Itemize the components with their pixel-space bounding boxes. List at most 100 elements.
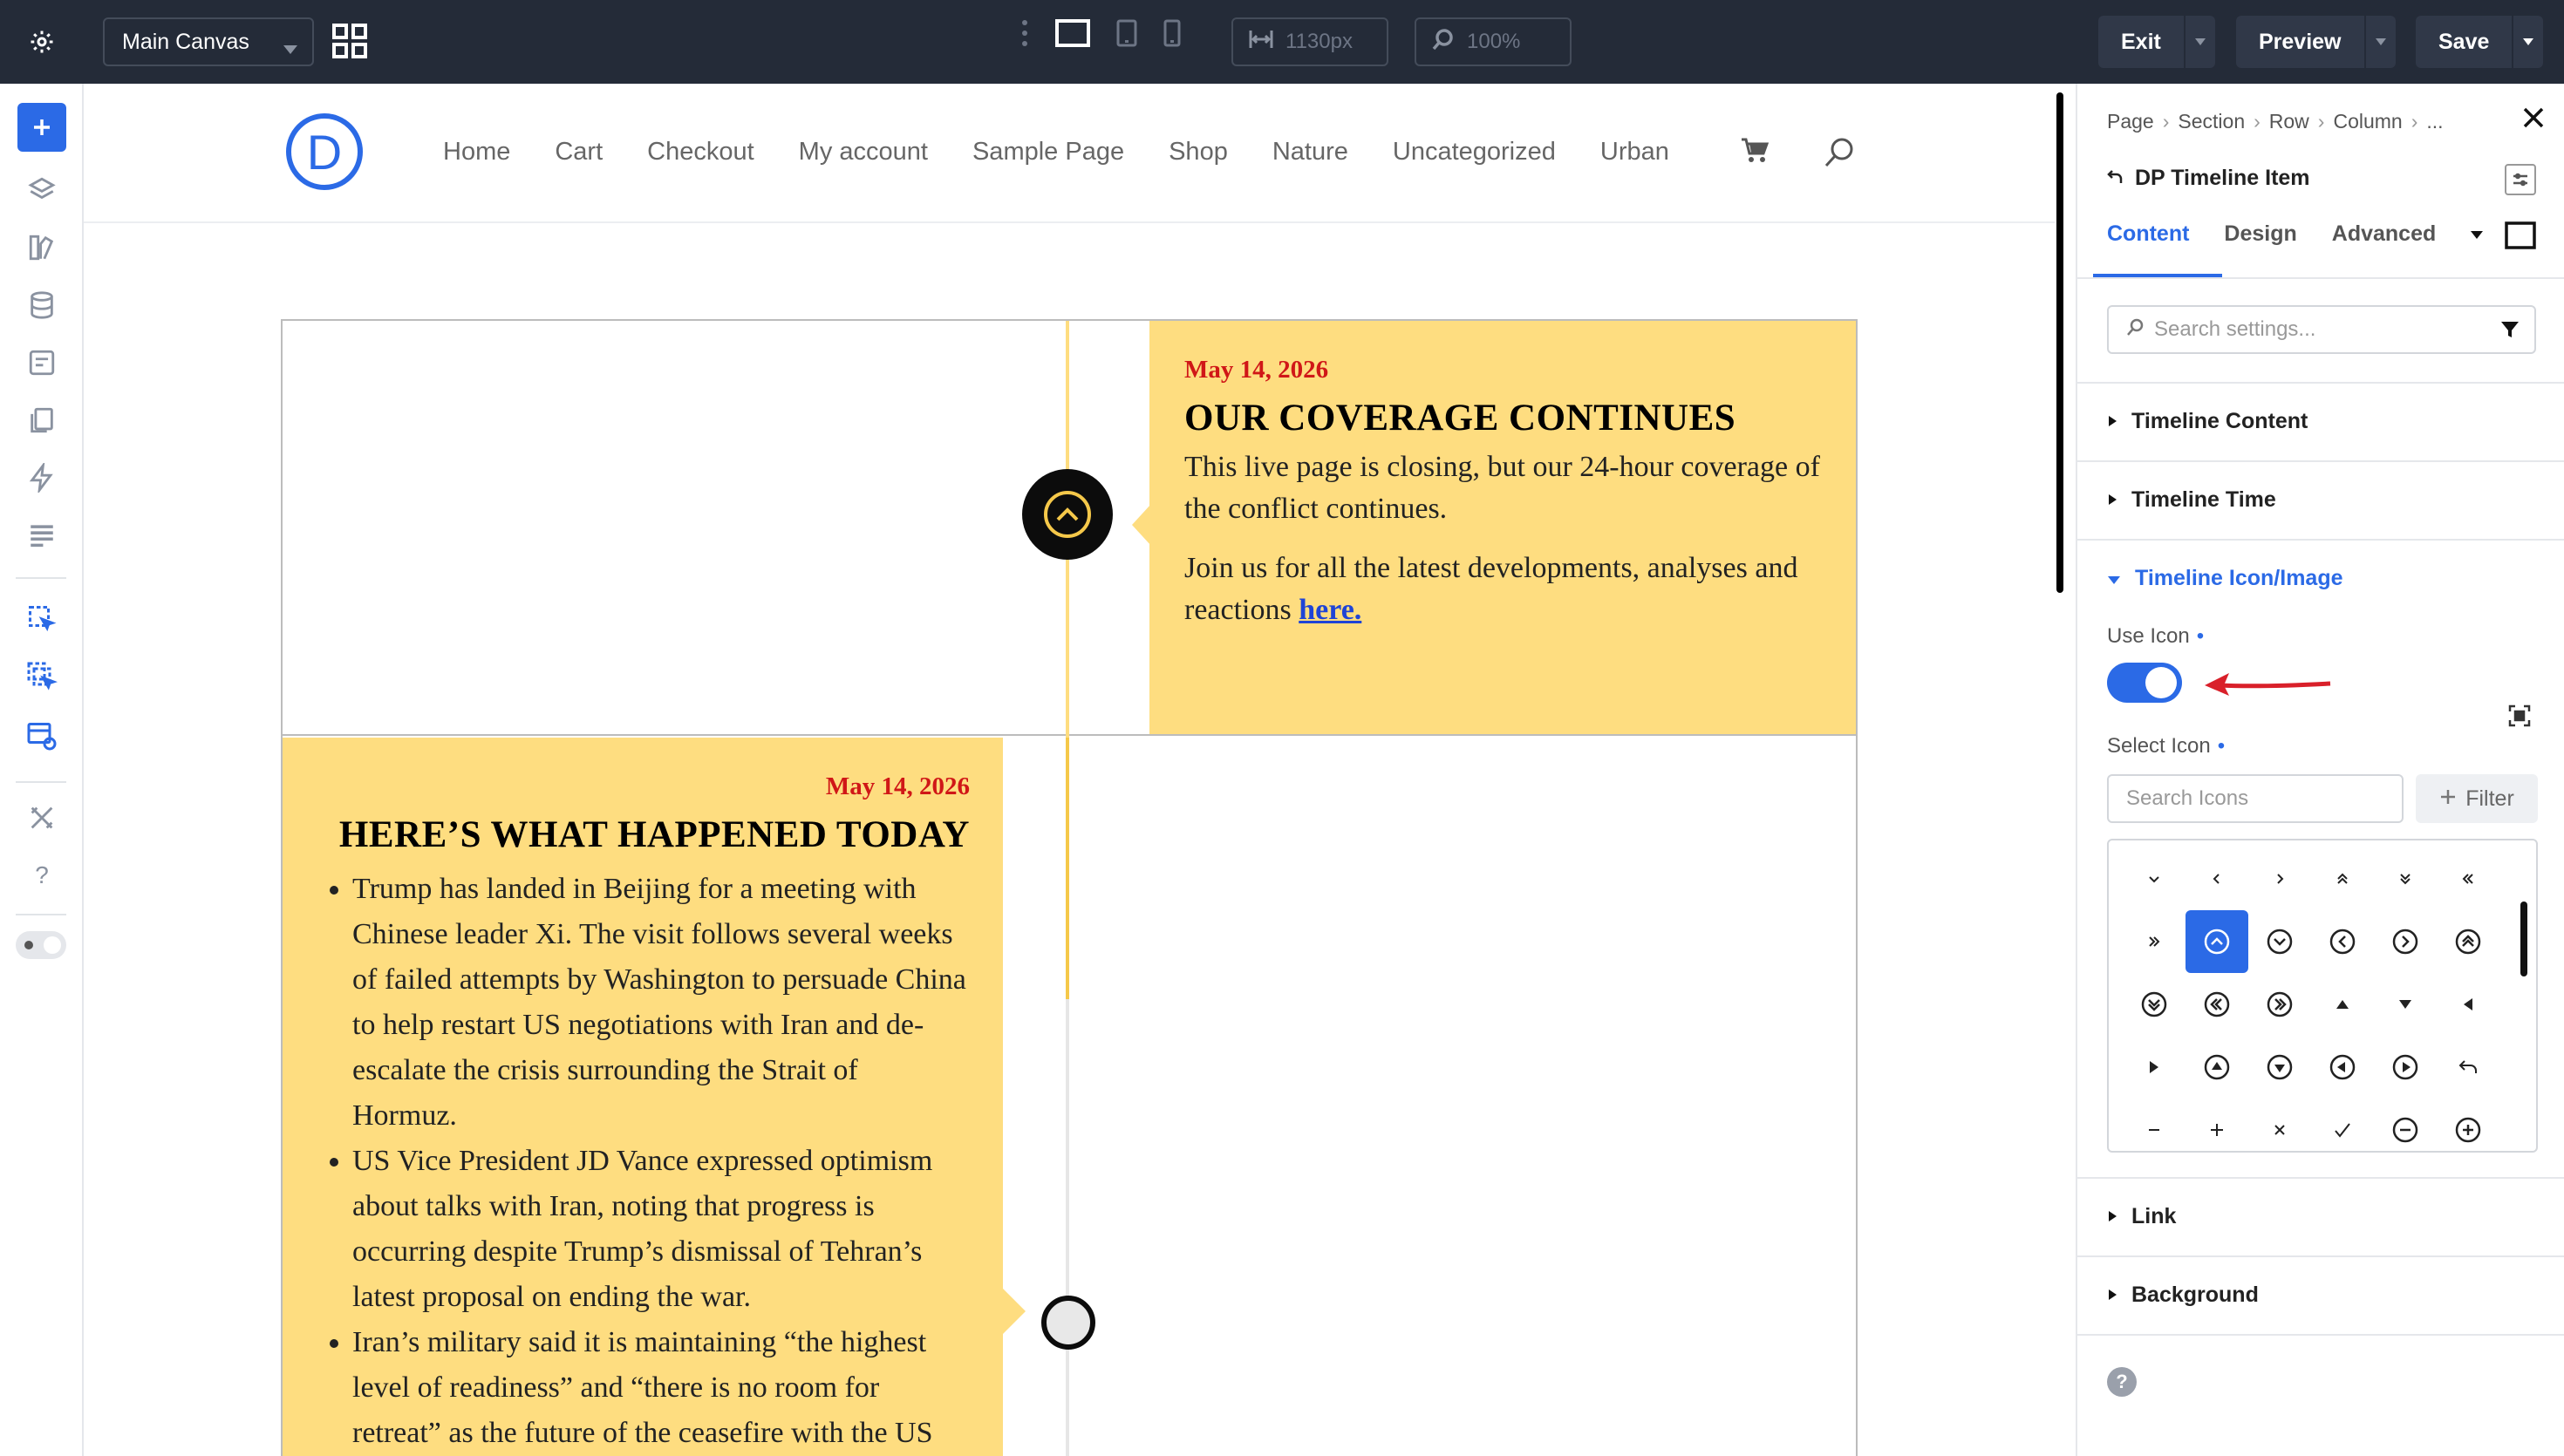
select-element-icon[interactable] xyxy=(24,602,59,636)
use-icon-toggle[interactable] xyxy=(2107,663,2182,703)
back-arrow-icon[interactable] xyxy=(2107,166,2123,191)
add-icon[interactable] xyxy=(17,103,66,152)
section-timeline-icon-image[interactable]: Timeline Icon/Image xyxy=(2077,539,2564,616)
filter-funnel-icon[interactable] xyxy=(2499,319,2520,344)
circle-triangle-left-icon[interactable] xyxy=(2311,1036,2374,1099)
help-icon[interactable]: ? xyxy=(24,858,59,893)
canvas-select[interactable]: Main Canvas xyxy=(103,17,314,66)
canvas-scrollbar[interactable] xyxy=(2056,92,2063,593)
circle-up-icon[interactable] xyxy=(2186,910,2248,973)
caret-down-icon[interactable] xyxy=(2470,228,2484,244)
here-link[interactable]: here. xyxy=(1299,594,1361,626)
nav-item-shop[interactable]: Shop xyxy=(1169,138,1228,167)
save-button[interactable]: Save xyxy=(2416,16,2544,68)
circle-double-left-icon[interactable] xyxy=(2186,973,2248,1036)
canvas-width-field[interactable]: 1130px xyxy=(1231,17,1388,66)
breadcrumb-item[interactable]: Section xyxy=(2178,110,2245,133)
section-timeline-content[interactable]: Timeline Content xyxy=(2077,382,2564,459)
circle-triangle-up-icon[interactable] xyxy=(2186,1036,2248,1099)
circle-double-up-icon[interactable] xyxy=(2437,910,2499,973)
tab-content[interactable]: Content xyxy=(2107,221,2189,247)
phone-view-icon[interactable] xyxy=(1163,19,1181,51)
angle-right-icon[interactable] xyxy=(2248,847,2311,910)
icon-search-input[interactable]: Search Icons xyxy=(2107,774,2404,823)
cart-icon[interactable] xyxy=(1741,138,1770,168)
save-dropdown-icon[interactable] xyxy=(2512,16,2543,68)
multi-select-icon[interactable] xyxy=(24,659,59,694)
site-logo[interactable]: D xyxy=(286,113,363,190)
nav-item-sample-page[interactable]: Sample Page xyxy=(972,138,1124,167)
icon-grid-scrollbar[interactable] xyxy=(2520,901,2527,976)
tab-design[interactable]: Design xyxy=(2224,221,2296,247)
section-link[interactable]: Link xyxy=(2077,1177,2564,1254)
pages-icon[interactable] xyxy=(24,403,59,438)
timeline-card[interactable]: May 14, 2026 HERE’S WHAT HAPPENED TODAY … xyxy=(283,738,1003,1456)
nav-item-home[interactable]: Home xyxy=(443,138,510,167)
section-background[interactable]: Background xyxy=(2077,1255,2564,1332)
exit-dropdown-icon[interactable] xyxy=(2183,16,2215,68)
form-icon[interactable] xyxy=(24,345,59,380)
nav-item-nature[interactable]: Nature xyxy=(1272,138,1348,167)
preview-button[interactable]: Preview xyxy=(2236,16,2396,68)
nav-item-urban[interactable]: Urban xyxy=(1600,138,1669,167)
circle-plus-icon[interactable] xyxy=(2437,1099,2499,1161)
grid-view-icon[interactable] xyxy=(331,23,370,65)
circle-double-down-icon[interactable] xyxy=(2123,973,2186,1036)
exit-button[interactable]: Exit xyxy=(2098,16,2215,68)
database-icon[interactable] xyxy=(24,288,59,323)
icon-filter-button[interactable]: Filter xyxy=(2416,774,2538,823)
responsive-view-icon[interactable] xyxy=(2505,221,2536,254)
angle-down-icon[interactable] xyxy=(2123,847,2186,910)
section-timeline-time[interactable]: Timeline Time xyxy=(2077,460,2564,537)
circle-double-right-icon[interactable] xyxy=(2248,973,2311,1036)
layers-icon[interactable] xyxy=(24,173,59,208)
check-icon[interactable] xyxy=(2311,1099,2374,1161)
breadcrumb-item[interactable]: Row xyxy=(2269,110,2309,133)
nav-item-my-account[interactable]: My account xyxy=(799,138,928,167)
circle-down-icon[interactable] xyxy=(2248,910,2311,973)
tablet-view-icon[interactable] xyxy=(1116,19,1137,51)
close-icon[interactable] xyxy=(2522,106,2545,133)
breadcrumb-item[interactable]: Column xyxy=(2333,110,2402,133)
timeline-dot-icon[interactable] xyxy=(1041,1296,1095,1350)
triangle-up-icon[interactable] xyxy=(2311,973,2374,1036)
template-settings-icon[interactable] xyxy=(24,718,59,753)
circle-left-icon[interactable] xyxy=(2311,910,2374,973)
gear-icon[interactable] xyxy=(19,19,65,65)
mode-toggle[interactable] xyxy=(16,931,66,959)
breadcrumb-item[interactable]: Page xyxy=(2107,110,2154,133)
undo-icon[interactable] xyxy=(2437,1036,2499,1099)
nav-item-cart[interactable]: Cart xyxy=(555,138,603,167)
triangle-left-icon[interactable] xyxy=(2437,973,2499,1036)
triangle-down-icon[interactable] xyxy=(2374,973,2437,1036)
circle-minus-icon[interactable] xyxy=(2374,1099,2437,1161)
nav-item-checkout[interactable]: Checkout xyxy=(647,138,754,167)
tools-icon[interactable] xyxy=(24,800,59,835)
triangle-right-icon[interactable] xyxy=(2123,1036,2186,1099)
timeline-card[interactable]: May 14, 2026 OUR COVERAGE CONTINUES This… xyxy=(1149,321,1856,734)
breadcrumb-item[interactable]: ... xyxy=(2426,110,2443,133)
panel-settings-icon[interactable] xyxy=(2505,164,2536,195)
circle-triangle-right-icon[interactable] xyxy=(2374,1036,2437,1099)
timeline-icon[interactable] xyxy=(1022,469,1113,560)
angle-double-right-icon[interactable] xyxy=(2123,910,2186,973)
preview-dropdown-icon[interactable] xyxy=(2363,16,2396,68)
tab-advanced[interactable]: Advanced xyxy=(2332,221,2436,247)
close-icon[interactable] xyxy=(2248,1099,2311,1161)
desktop-view-icon[interactable] xyxy=(1055,19,1090,51)
angle-left-icon[interactable] xyxy=(2186,847,2248,910)
dynamic-content-icon[interactable] xyxy=(2508,704,2531,731)
angle-double-left-icon[interactable] xyxy=(2437,847,2499,910)
zoom-field[interactable]: 100% xyxy=(1415,17,1572,66)
help-icon[interactable]: ? xyxy=(2107,1367,2137,1397)
plus-icon[interactable] xyxy=(2186,1099,2248,1161)
angle-double-down-icon[interactable] xyxy=(2374,847,2437,910)
search-icon[interactable] xyxy=(1823,136,1856,173)
more-vertical-icon[interactable] xyxy=(1020,17,1029,53)
settings-search-input[interactable]: Search settings... xyxy=(2107,305,2536,354)
list-icon[interactable] xyxy=(24,518,59,553)
circle-triangle-down-icon[interactable] xyxy=(2248,1036,2311,1099)
lightning-icon[interactable] xyxy=(24,460,59,495)
circle-right-icon[interactable] xyxy=(2374,910,2437,973)
design-library-icon[interactable] xyxy=(24,230,59,265)
